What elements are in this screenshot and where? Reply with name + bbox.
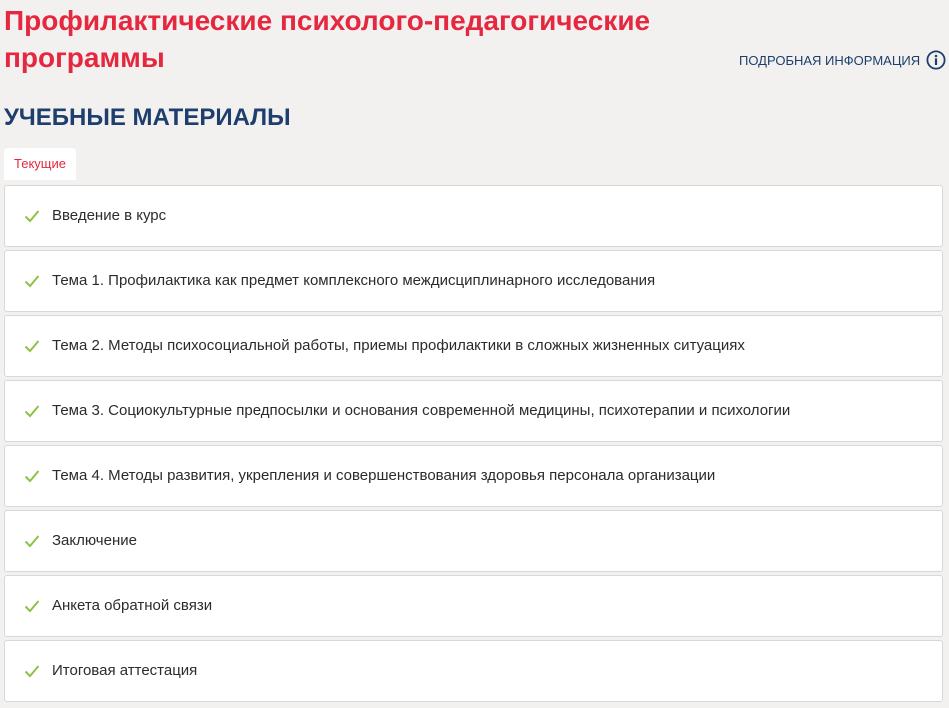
list-item-label: Введение в курс	[52, 207, 167, 224]
more-info-label: ПОДРОБНАЯ ИНФОРМАЦИЯ	[739, 52, 921, 68]
check-icon	[24, 535, 40, 548]
check-icon	[24, 600, 40, 613]
materials-list: Введение в курс Тема 1. Профилактика как…	[4, 185, 943, 705]
check-icon	[24, 665, 40, 678]
list-item-label: Тема 3. Социокультурные предпосылки и ос…	[52, 402, 791, 419]
list-item-label: Итоговая аттестация	[52, 662, 198, 679]
tabs: Текущие	[4, 148, 76, 180]
list-item-label: Заключение	[52, 532, 137, 549]
list-item[interactable]: Тема 4. Методы развития, укрепления и со…	[4, 445, 943, 507]
info-circle-icon[interactable]	[926, 50, 946, 70]
check-icon	[24, 210, 40, 223]
list-item[interactable]: Итоговая аттестация	[4, 640, 943, 702]
check-icon	[24, 405, 40, 418]
list-item[interactable]: Тема 1. Профилактика как предмет комплек…	[4, 250, 943, 312]
list-item[interactable]: Тема 2. Методы психосоциальной работы, п…	[4, 315, 943, 377]
check-icon	[24, 275, 40, 288]
list-item[interactable]: Анкета обратной связи	[4, 575, 943, 637]
list-item-label: Тема 2. Методы психосоциальной работы, п…	[52, 337, 745, 354]
check-icon	[24, 340, 40, 353]
section-title: УЧЕБНЫЕ МАТЕРИАЛЫ	[4, 104, 291, 131]
course-title: Профилактические психолого-педагогически…	[4, 5, 651, 73]
list-item[interactable]: Введение в курс	[4, 185, 943, 247]
more-info-link[interactable]: ПОДРОБНАЯ ИНФОРМАЦИЯ	[739, 50, 946, 70]
list-item[interactable]: Заключение	[4, 510, 943, 572]
list-item-label: Тема 4. Методы развития, укрепления и со…	[52, 467, 716, 484]
list-item-label: Тема 1. Профилактика как предмет комплек…	[52, 272, 656, 289]
list-item[interactable]: Тема 3. Социокультурные предпосылки и ос…	[4, 380, 943, 442]
list-item-label: Анкета обратной связи	[52, 597, 213, 614]
check-icon	[24, 470, 40, 483]
tab-current[interactable]: Текущие	[4, 148, 76, 180]
